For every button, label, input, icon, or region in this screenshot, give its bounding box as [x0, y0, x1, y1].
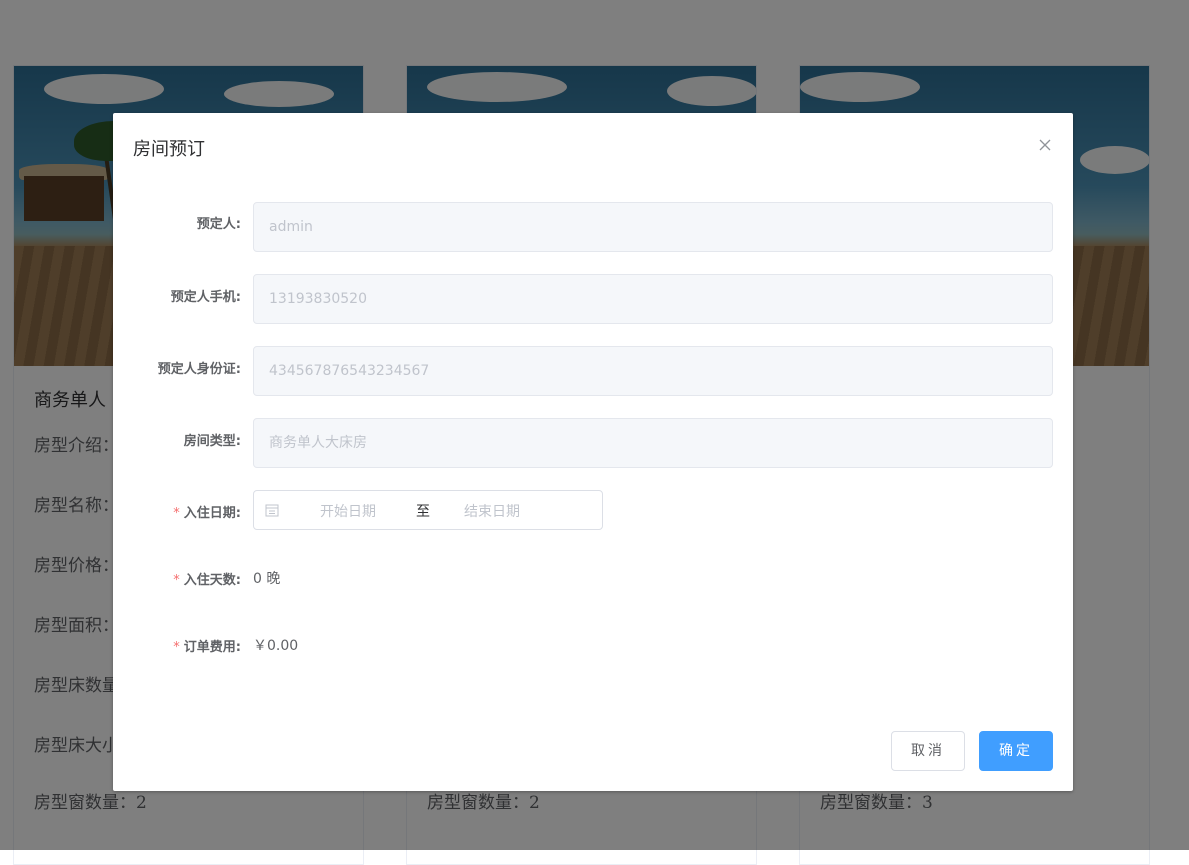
- confirm-button[interactable]: 确定: [979, 731, 1053, 771]
- close-icon[interactable]: [1037, 137, 1053, 153]
- booking-dialog: 房间预订 预定人: admin 预定人手机: 13193830520 预定人身份…: [113, 113, 1073, 791]
- required-mark: *: [173, 573, 180, 588]
- nights-value: 0 晚: [253, 571, 281, 587]
- required-mark: *: [173, 506, 180, 521]
- checkin-date-label: * 入住日期:: [113, 502, 241, 521]
- dialog-title: 房间预订: [133, 139, 205, 160]
- cancel-button[interactable]: 取消: [891, 731, 965, 771]
- fee-label: * 订单费用:: [113, 636, 241, 655]
- required-mark: *: [173, 640, 180, 655]
- phone-field[interactable]: 13193830520: [253, 274, 1053, 324]
- end-date-input[interactable]: 结束日期: [464, 501, 520, 521]
- phone-label: 预定人手机:: [170, 290, 241, 305]
- fee-label-text: 订单费用:: [183, 640, 241, 655]
- booker-field[interactable]: admin: [253, 202, 1053, 252]
- checkin-date-label-text: 入住日期:: [183, 506, 241, 521]
- fee-value: ￥0.00: [253, 638, 299, 654]
- nights-label-text: 入住天数:: [183, 573, 241, 588]
- room-type-field[interactable]: 商务单人大床房: [253, 418, 1053, 468]
- calendar-icon: [265, 504, 279, 517]
- date-range-separator: 至: [416, 504, 430, 520]
- start-date-input[interactable]: 开始日期: [320, 501, 376, 521]
- id-card-label: 预定人身份证:: [157, 362, 241, 377]
- id-card-field[interactable]: 434567876543234567: [253, 346, 1053, 396]
- room-type-label: 房间类型:: [183, 434, 241, 449]
- checkin-date-range-picker[interactable]: 开始日期 至 结束日期: [253, 490, 603, 530]
- booker-label: 预定人:: [196, 217, 241, 232]
- nights-label: * 入住天数:: [113, 569, 241, 588]
